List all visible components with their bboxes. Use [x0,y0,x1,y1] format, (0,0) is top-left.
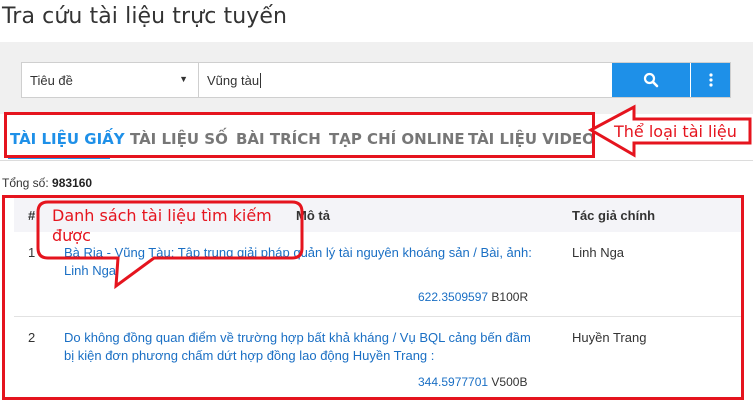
total-count: 983160 [52,176,93,190]
more-vertical-icon [708,73,713,87]
search-icon [643,72,659,88]
caret-down-icon: ▼ [179,74,188,84]
search-query: Vũng tàu [207,72,260,88]
results-total: Tổng số: 983160 [2,176,92,190]
search-input[interactable]: Vũng tàu [199,63,612,97]
annotation-tabs-label: Thể loại tài liệu [614,122,737,141]
annotation-list-label-line: được [52,226,91,245]
tabs-annotation-box [4,112,595,158]
search-bar: Tiêu đề ▼ Vũng tàu [21,62,731,98]
total-label: Tổng số: [2,176,49,190]
text-cursor [260,72,262,88]
more-options-button[interactable] [691,63,730,97]
search-field-select[interactable]: Tiêu đề ▼ [22,63,199,97]
annotation-list-label: Danh sách tài liệu tìm kiếm được [52,206,272,246]
annotation-list-label-line: Danh sách tài liệu tìm kiếm [52,206,272,225]
search-button[interactable] [612,63,691,97]
page-title: Tra cứu tài liệu trực tuyến [2,4,288,29]
search-field-label: Tiêu đề [30,72,73,88]
